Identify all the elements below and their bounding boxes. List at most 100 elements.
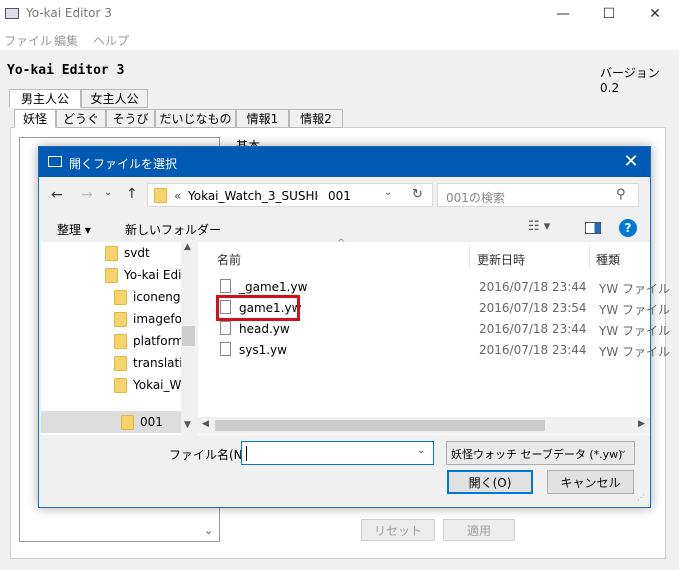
tab-yokai[interactable]: 妖怪 bbox=[14, 109, 56, 128]
scroll-left-icon[interactable]: ◀ bbox=[202, 419, 209, 429]
help-icon[interactable]: ? bbox=[619, 219, 637, 237]
dialog-title-bar: 開くファイルを選択 ✕ bbox=[39, 147, 650, 177]
tab-key-items[interactable]: だいじなもの bbox=[155, 109, 236, 128]
file-type: YW ファイル bbox=[599, 303, 671, 317]
main-window-title: Yo-kai Editor 3 bbox=[26, 6, 112, 20]
column-header-name[interactable]: 名前 bbox=[217, 251, 241, 268]
tab-items[interactable]: どうぐ bbox=[56, 109, 106, 128]
nav-item-iconengines[interactable]: iconengi bbox=[114, 290, 191, 312]
file-name: _game1.yw bbox=[239, 280, 308, 294]
breadcrumb-001[interactable]: 001 bbox=[328, 189, 351, 203]
filename-label: ファイル名(N): bbox=[169, 448, 252, 462]
open-button[interactable]: 開く(O) bbox=[447, 470, 533, 494]
menu-help[interactable]: ヘルプ bbox=[93, 32, 129, 49]
resize-grip-icon[interactable]: ⋰ bbox=[637, 493, 645, 502]
recent-dropdown-icon[interactable]: ⌄ bbox=[104, 187, 112, 198]
filetype-select[interactable]: 妖怪ウォッチ セーブデータ (*.yw) ⌄ bbox=[446, 441, 635, 465]
filetype-value: 妖怪ウォッチ セーブデータ (*.yw) bbox=[451, 448, 623, 461]
reset-button[interactable]: リセット bbox=[361, 519, 435, 541]
scroll-down-icon[interactable]: ⌄ bbox=[204, 524, 213, 537]
nav-item-yokai-editor[interactable]: Yo-kai Edit bbox=[105, 268, 186, 290]
nav-scrollbar[interactable]: ▲ ▼ bbox=[181, 242, 196, 435]
apply-button[interactable]: 適用 bbox=[443, 519, 515, 541]
scroll-down-icon[interactable]: ▼ bbox=[184, 420, 191, 430]
close-button[interactable]: ✕ bbox=[632, 0, 678, 28]
maximize-button[interactable]: ☐ bbox=[586, 0, 632, 28]
folder-icon bbox=[121, 415, 134, 430]
highlight-box bbox=[216, 295, 300, 321]
file-icon bbox=[220, 342, 231, 356]
back-arrow-icon[interactable]: ← bbox=[51, 187, 63, 203]
scroll-right-icon[interactable]: ▶ bbox=[638, 419, 645, 429]
nav-item-imageformats[interactable]: imagefor bbox=[114, 312, 191, 334]
filename-dropdown-icon[interactable]: ⌄ bbox=[417, 445, 425, 456]
file-scroll-thumb[interactable] bbox=[215, 420, 545, 431]
menu-bar: ファイル 編集 ヘルプ bbox=[0, 28, 679, 51]
folder-icon bbox=[114, 290, 127, 305]
organize-menu[interactable]: 整理 ▾ bbox=[57, 221, 91, 238]
column-header-type[interactable]: 種類 bbox=[596, 251, 620, 268]
text-cursor bbox=[246, 446, 247, 461]
navigation-pane: svdt Yo-kai Edit iconengi imagefor platf… bbox=[41, 242, 196, 435]
tab-info1[interactable]: 情報1 bbox=[236, 109, 289, 128]
nav-item-platforms[interactable]: platform bbox=[114, 334, 191, 356]
file-type: YW ファイル bbox=[599, 282, 671, 296]
file-icon bbox=[220, 321, 231, 335]
app-name-label: Yo-kai Editor 3 bbox=[7, 63, 125, 78]
filename-input[interactable]: ⌄ bbox=[241, 441, 434, 465]
folder-icon bbox=[105, 246, 118, 261]
address-bar[interactable]: « Yokai_Watch_3_SUSHI › 001 ⌄ ↻ bbox=[147, 183, 433, 207]
minimize-button[interactable]: — bbox=[540, 0, 586, 28]
dialog-window-icon bbox=[48, 156, 62, 167]
search-box[interactable]: 001の検索 ⚲ bbox=[437, 183, 639, 207]
address-dropdown-icon[interactable]: ⌄ bbox=[384, 187, 392, 198]
file-icon bbox=[220, 279, 231, 293]
view-options-icon[interactable]: ☷ ▾ bbox=[528, 219, 550, 234]
file-date: 2016/07/18 23:44 bbox=[479, 322, 587, 336]
file-row[interactable]: head.yw 2016/07/18 23:44 YW ファイル bbox=[219, 320, 670, 340]
column-divider bbox=[589, 246, 590, 268]
file-name: sys1.yw bbox=[239, 343, 287, 357]
menu-file[interactable]: ファイル bbox=[4, 32, 52, 49]
dialog-close-button[interactable]: ✕ bbox=[619, 151, 643, 172]
sort-indicator-icon: ^ bbox=[337, 238, 346, 249]
file-name: head.yw bbox=[239, 322, 290, 336]
file-date: 2016/07/18 23:44 bbox=[479, 280, 587, 294]
open-file-dialog: 開くファイルを選択 ✕ ← → ⌄ ↑ « Yokai_Watch_3_SUSH… bbox=[38, 146, 670, 508]
folder-icon bbox=[114, 334, 127, 349]
breadcrumb-separator: › bbox=[314, 189, 319, 203]
file-date: 2016/07/18 23:54 bbox=[479, 301, 587, 315]
menu-edit[interactable]: 編集 bbox=[54, 32, 78, 49]
tab-female-protagonist[interactable]: 女主人公 bbox=[81, 89, 148, 108]
nav-item-translations[interactable]: translatio bbox=[114, 356, 191, 378]
file-type: YW ファイル bbox=[599, 345, 671, 359]
folder-icon bbox=[154, 188, 167, 203]
tab-info2[interactable]: 情報2 bbox=[289, 109, 343, 128]
tab-male-protagonist[interactable]: 男主人公 bbox=[9, 89, 81, 108]
preview-pane-icon[interactable] bbox=[585, 222, 601, 234]
filetype-dropdown-icon[interactable]: ⌄ bbox=[619, 445, 627, 456]
file-date: 2016/07/18 23:44 bbox=[479, 343, 587, 357]
breadcrumb-yokai-watch[interactable]: Yokai_Watch_3_SUSHI bbox=[188, 189, 318, 203]
forward-arrow-icon[interactable]: → bbox=[81, 187, 93, 203]
nav-item-yokai-watch[interactable]: Yokai_Wa bbox=[114, 378, 191, 400]
nav-item-svdt[interactable]: svdt bbox=[105, 246, 150, 268]
folder-icon bbox=[114, 312, 127, 327]
column-header-date[interactable]: 更新日時 bbox=[477, 251, 525, 268]
nav-scroll-thumb[interactable] bbox=[182, 326, 195, 346]
nav-item-001[interactable]: 001 bbox=[41, 411, 181, 433]
scroll-up-icon[interactable]: ▲ bbox=[184, 242, 191, 252]
file-list-scrollbar[interactable]: ◀ ▶ bbox=[198, 417, 650, 434]
folder-icon bbox=[105, 268, 118, 283]
new-folder-button[interactable]: 新しいフォルダー bbox=[125, 221, 221, 238]
cancel-button[interactable]: キャンセル bbox=[547, 470, 634, 494]
address-overflow[interactable]: « bbox=[174, 189, 181, 203]
folder-icon bbox=[114, 378, 127, 393]
tab-equipment[interactable]: そうび bbox=[106, 109, 155, 128]
search-input[interactable]: 001の検索 bbox=[446, 189, 505, 206]
file-row[interactable]: sys1.yw 2016/07/18 23:44 YW ファイル bbox=[219, 341, 670, 361]
version-label: バージョン 0.2 bbox=[600, 66, 660, 95]
up-arrow-icon[interactable]: ↑ bbox=[126, 186, 138, 202]
app-window-icon bbox=[5, 8, 19, 19]
refresh-icon[interactable]: ↻ bbox=[412, 187, 423, 202]
